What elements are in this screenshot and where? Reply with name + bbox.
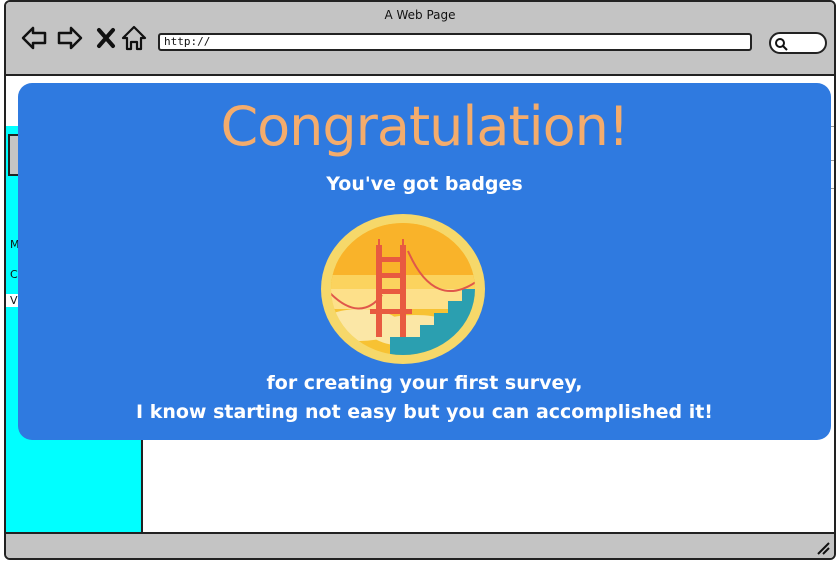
modal-message-line: for creating your first survey,: [266, 372, 583, 394]
browser-toolbar: A Web Page http://: [6, 2, 834, 76]
search-icon: [775, 38, 788, 51]
forward-arrow-icon[interactable]: [56, 24, 84, 52]
golden-gate-bridge-badge-icon: [321, 214, 485, 364]
stop-icon[interactable]: [93, 24, 121, 52]
congratulation-modal: Congratulation! You've got badges for cr…: [18, 83, 831, 440]
search-field[interactable]: [769, 32, 827, 54]
modal-message: for creating your first survey, I know s…: [18, 369, 831, 427]
window-title: A Web Page: [384, 8, 456, 22]
home-icon[interactable]: [120, 24, 148, 52]
status-bar: [6, 532, 834, 558]
url-input[interactable]: http://: [158, 33, 752, 51]
modal-title: Congratulation!: [220, 95, 629, 158]
modal-subtitle: You've got badges: [326, 173, 523, 195]
modal-message-line: I know starting not easy but you can acc…: [136, 401, 713, 423]
resize-grip-icon[interactable]: [814, 539, 830, 555]
back-arrow-icon[interactable]: [20, 24, 48, 52]
